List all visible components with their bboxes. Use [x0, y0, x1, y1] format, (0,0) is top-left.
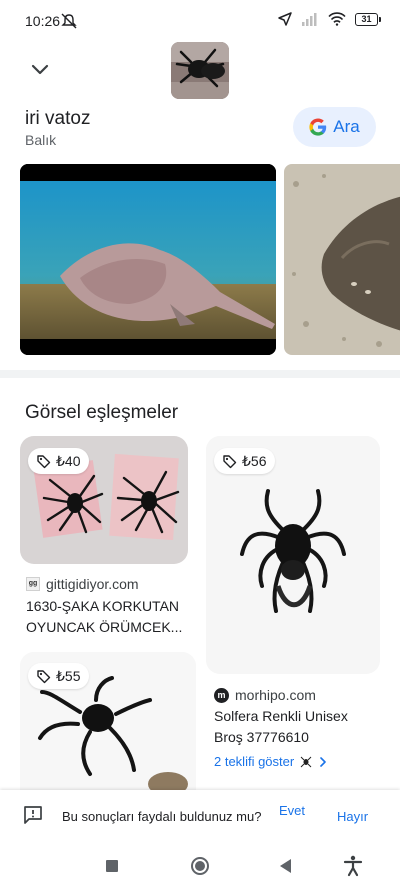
gittigidiyor-favicon: gg [26, 577, 40, 591]
show-offers-link[interactable]: 2 teklifi göster [214, 754, 328, 769]
mute-icon [61, 13, 77, 29]
status-time: 10:26 [25, 13, 61, 29]
price-text: ₺56 [242, 452, 267, 469]
status-indicators: 31 [278, 12, 381, 26]
result-title-2[interactable]: Solfera Renkli Unisex Broş 37776610 [214, 706, 374, 748]
price-tag-icon [223, 454, 237, 468]
feedback-icon [24, 806, 42, 824]
chevron-down-icon[interactable] [26, 58, 54, 82]
price-tag: ₺40 [28, 448, 90, 474]
feedback-yes-button[interactable]: Evet [279, 803, 305, 818]
carousel-image-stingray-1[interactable] [20, 164, 276, 355]
entity-title: iri vatoz [25, 108, 91, 129]
google-logo-icon [309, 118, 327, 136]
circle-icon[interactable] [188, 854, 212, 878]
chevron-right-icon [320, 756, 327, 767]
search-button-label: Ara [333, 117, 360, 136]
status-bar: 10:26 31 [0, 0, 400, 40]
wifi-icon [328, 12, 346, 26]
offers-label: 2 teklifi göster [214, 754, 295, 769]
signal-icon [302, 12, 317, 26]
price-tag: ₺55 [28, 663, 90, 689]
accessibility-icon[interactable] [341, 854, 365, 878]
visual-matches-heading: Görsel eşleşmeler [25, 402, 179, 423]
entity-subtitle: Balık [25, 132, 57, 148]
spider-thumb-icon [300, 756, 312, 767]
result-source-1[interactable]: gg gittigidiyor.com [26, 576, 139, 592]
price-text: ₺55 [56, 667, 81, 684]
query-image-thumbnail[interactable] [171, 42, 229, 99]
price-tag: ₺56 [214, 448, 276, 474]
price-tag-icon [37, 669, 51, 683]
system-nav-bar [0, 842, 400, 888]
result-source-2[interactable]: m morhipo.com [214, 687, 316, 703]
feedback-question: Bu sonuçları faydalı buldunuz mu? [62, 809, 262, 824]
google-search-button[interactable]: Ara [293, 107, 376, 147]
feedback-bar: Bu sonuçları faydalı buldunuz mu? Evet H… [0, 790, 400, 842]
morhipo-favicon: m [214, 687, 229, 703]
source-domain: gittigidiyor.com [46, 576, 139, 592]
price-tag-icon [37, 454, 51, 468]
triangle-back-icon[interactable] [274, 854, 298, 878]
location-icon [278, 12, 292, 26]
source-domain: morhipo.com [235, 687, 316, 703]
feedback-no-button[interactable]: Hayır [337, 809, 368, 824]
section-divider [0, 370, 400, 378]
battery-indicator: 31 [355, 12, 381, 26]
price-text: ₺40 [56, 452, 81, 469]
carousel-image-stingray-2[interactable] [284, 164, 400, 355]
square-icon[interactable] [100, 854, 124, 878]
result-title-1[interactable]: 1630-ŞAKA KORKUTAN OYUNCAK ÖRÜMCEK... [26, 596, 194, 638]
